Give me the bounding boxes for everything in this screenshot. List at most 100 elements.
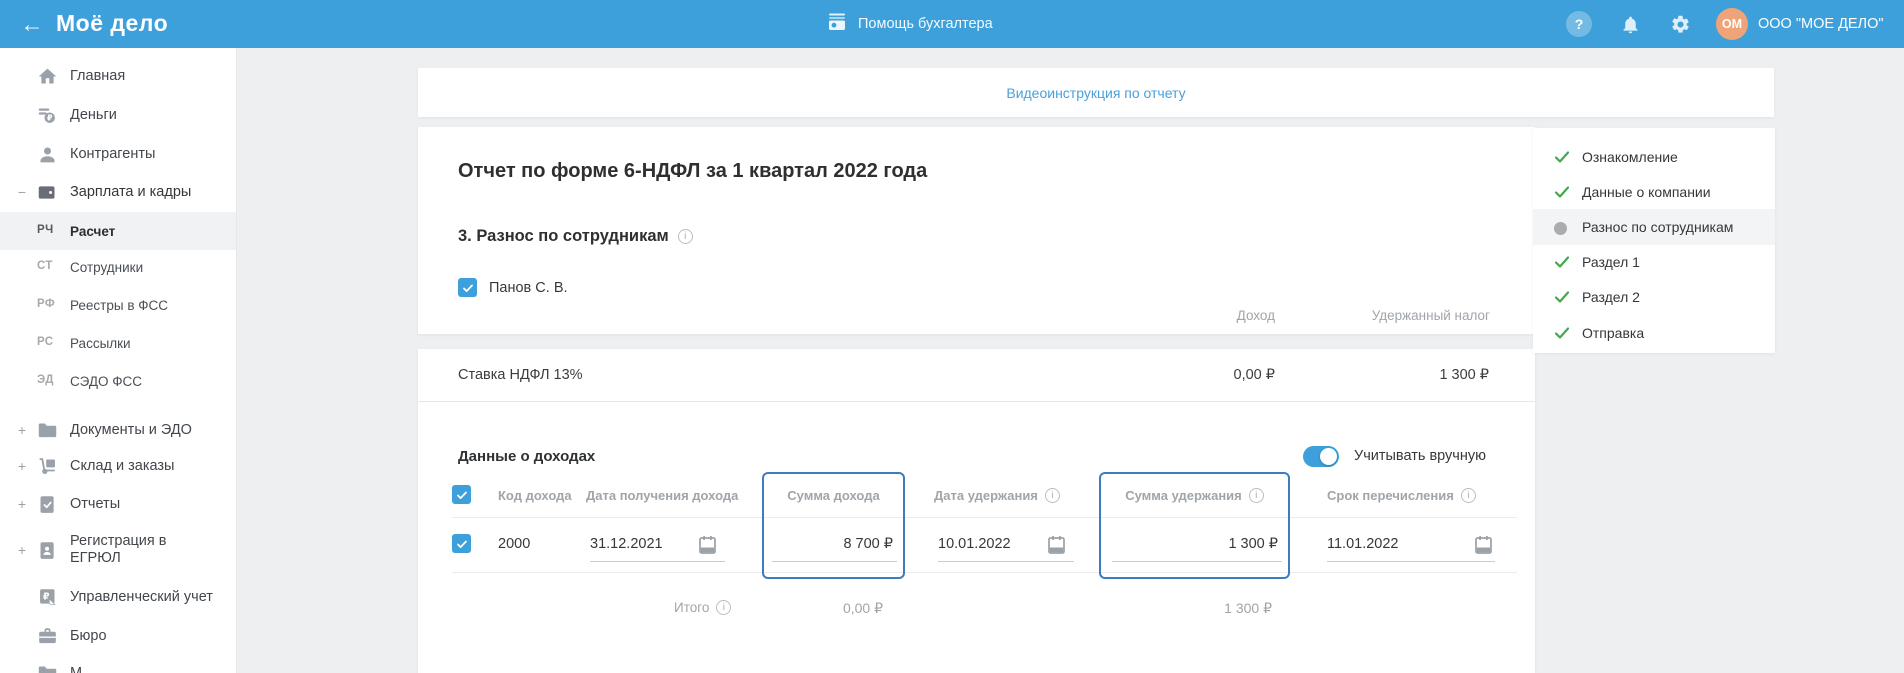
folder-icon	[36, 419, 58, 441]
sidebar-item-label: Отчеты	[70, 495, 120, 513]
checklist-item-acquaintance[interactable]: Ознакомление	[1533, 139, 1775, 175]
video-instruction-link[interactable]: Видеоинструкция по отчету	[1006, 85, 1185, 101]
check-icon	[1553, 324, 1571, 342]
header-due-date-text: Срок перечисления	[1327, 488, 1454, 503]
svg-text:₽: ₽	[42, 591, 49, 602]
checklist-item-section-1[interactable]: Раздел 1	[1533, 244, 1775, 280]
sidebar-item-egrul-registration[interactable]: + Регистрация в ЕГРЮЛ	[0, 526, 237, 574]
withheld-amount-value: 1 300 ₽	[1228, 536, 1278, 552]
help-icon[interactable]: ?	[1566, 11, 1592, 37]
sidebar-item-code: СТ	[37, 260, 63, 272]
date-withheld-value: 10.01.2022	[938, 536, 1011, 552]
checklist-item-label: Раздел 1	[1582, 254, 1640, 270]
expand-icon[interactable]: +	[15, 496, 29, 512]
sidebar: Главная ₽ Деньги Контрагенты −	[0, 48, 237, 673]
collapse-icon[interactable]: −	[15, 184, 29, 200]
sidebar-item-truncated[interactable]: М	[0, 654, 237, 673]
info-icon[interactable]: i	[716, 600, 731, 615]
tax-rate-label: Ставка НДФЛ 13%	[458, 367, 583, 383]
sidebar-item-label: М	[70, 664, 82, 673]
sidebar-item-management-accounting[interactable]: ₽ Управленческий учет	[0, 578, 237, 616]
checklist-item-label: Данные о компании	[1582, 184, 1711, 200]
sidebar-item-contractors[interactable]: Контрагенты	[0, 135, 237, 173]
checklist-item-sending[interactable]: Отправка	[1533, 315, 1775, 351]
totals-label: Итого i	[674, 600, 731, 615]
sidebar-item-code: РС	[37, 336, 63, 348]
user-avatar[interactable]: ОМ	[1716, 8, 1748, 40]
money-icon: ₽	[36, 104, 58, 126]
row-checkbox[interactable]	[452, 534, 471, 553]
check-icon	[1553, 183, 1571, 201]
sidebar-item-main[interactable]: Главная	[0, 57, 237, 95]
header-date-withheld: Дата удержания i	[934, 488, 1060, 503]
date-received-field[interactable]: 31.12.2021	[590, 530, 725, 562]
employee-name: Панов С. В.	[489, 280, 568, 296]
checklist-item-company-data[interactable]: Данные о компании	[1533, 174, 1775, 210]
sidebar-item-reports[interactable]: + Отчеты	[0, 485, 237, 523]
calendar-icon[interactable]	[698, 535, 717, 555]
sidebar-item-label: Реестры в ФСС	[70, 297, 168, 315]
select-all-checkbox[interactable]	[452, 485, 471, 504]
table-divider	[452, 517, 1517, 518]
sidebar-item-mailings[interactable]: РС Рассылки	[0, 324, 237, 362]
help-glyph: ?	[1575, 16, 1584, 32]
app-logo[interactable]: Моё дело	[56, 10, 168, 37]
sidebar-item-warehouse[interactable]: + Склад и заказы	[0, 447, 237, 485]
expand-icon[interactable]: +	[15, 422, 29, 438]
section-title-text: 3. Разнос по сотрудникам	[458, 227, 669, 246]
manual-accounting-toggle[interactable]	[1303, 446, 1339, 467]
expand-icon[interactable]: +	[15, 458, 29, 474]
totals-income-value: 0,00 ₽	[843, 600, 883, 617]
checklist-item-employee-breakdown[interactable]: Разнос по сотрудникам	[1533, 209, 1775, 245]
check-icon	[1553, 253, 1571, 271]
header-income-code: Код дохода	[498, 488, 572, 503]
sidebar-item-code: РФ	[37, 298, 63, 310]
income-code-field[interactable]: 2000	[498, 536, 530, 552]
date-withheld-field[interactable]: 10.01.2022	[938, 530, 1074, 562]
expand-icon[interactable]: +	[15, 542, 29, 558]
back-arrow-icon[interactable]: ←	[18, 11, 46, 37]
due-date-field[interactable]: 11.01.2022	[1327, 530, 1495, 562]
sidebar-item-money[interactable]: ₽ Деньги	[0, 96, 237, 134]
sidebar-item-salary-hr[interactable]: − Зарплата и кадры	[0, 173, 237, 211]
checklist-item-section-2[interactable]: Раздел 2	[1533, 279, 1775, 315]
date-received-value: 31.12.2021	[590, 536, 663, 552]
home-icon	[36, 65, 58, 87]
sidebar-item-calculation[interactable]: РЧ Расчет	[0, 212, 237, 250]
sidebar-item-fss-registers[interactable]: РФ Реестры в ФСС	[0, 286, 237, 324]
sidebar-item-employees[interactable]: СТ Сотрудники	[0, 248, 237, 286]
help-center-button[interactable]: Помощь бухгалтера	[826, 0, 993, 48]
sidebar-item-documents-edo[interactable]: + Документы и ЭДО	[0, 411, 237, 449]
income-block-title: Данные о доходах	[458, 448, 595, 465]
calendar-icon[interactable]	[1474, 535, 1493, 555]
header-withheld-amount: Сумма удержания i	[1099, 488, 1290, 503]
sidebar-item-label: СЭДО ФСС	[70, 373, 142, 391]
app: ← Моё дело Помощь бухгалтера ? ОМ ООО "М…	[0, 0, 1904, 673]
settings-gear-icon[interactable]	[1667, 11, 1693, 37]
tax-rate-row: Ставка НДФЛ 13% 0,00 ₽ 1 300 ₽	[418, 349, 1535, 402]
sidebar-item-bureau[interactable]: Бюро	[0, 617, 237, 655]
checklist-item-label: Ознакомление	[1582, 149, 1678, 165]
sidebar-item-label: Контрагенты	[70, 145, 155, 163]
employee-row: Панов С. В.	[458, 278, 568, 297]
report-title: Отчет по форме 6-НДФЛ за 1 квартал 2022 …	[458, 160, 927, 183]
notifications-bell-icon[interactable]	[1617, 11, 1643, 37]
toggle-knob	[1320, 448, 1337, 465]
organization-name[interactable]: ООО "МОЕ ДЕЛО"	[1758, 16, 1884, 32]
calendar-icon[interactable]	[1047, 535, 1066, 555]
withheld-amount-field[interactable]: 1 300 ₽	[1112, 530, 1282, 562]
info-icon[interactable]: i	[1461, 488, 1476, 503]
sidebar-item-label: Главная	[70, 67, 125, 85]
sidebar-item-sedo-fss[interactable]: ЭД СЭДО ФСС	[0, 362, 237, 400]
header-withheld-amount-text: Сумма удержания	[1125, 488, 1242, 503]
checklist-item-label: Раздел 2	[1582, 289, 1640, 305]
header-due-date: Срок перечисления i	[1327, 488, 1476, 503]
manual-accounting-label: Учитывать вручную	[1354, 448, 1486, 464]
folder-icon	[36, 662, 58, 673]
checklist-item-label: Разнос по сотрудникам	[1582, 219, 1733, 235]
info-icon[interactable]: i	[1249, 488, 1264, 503]
employee-checkbox[interactable]	[458, 278, 477, 297]
info-icon[interactable]: i	[678, 229, 693, 244]
info-icon[interactable]: i	[1045, 488, 1060, 503]
amount-field[interactable]: 8 700 ₽	[772, 530, 897, 562]
